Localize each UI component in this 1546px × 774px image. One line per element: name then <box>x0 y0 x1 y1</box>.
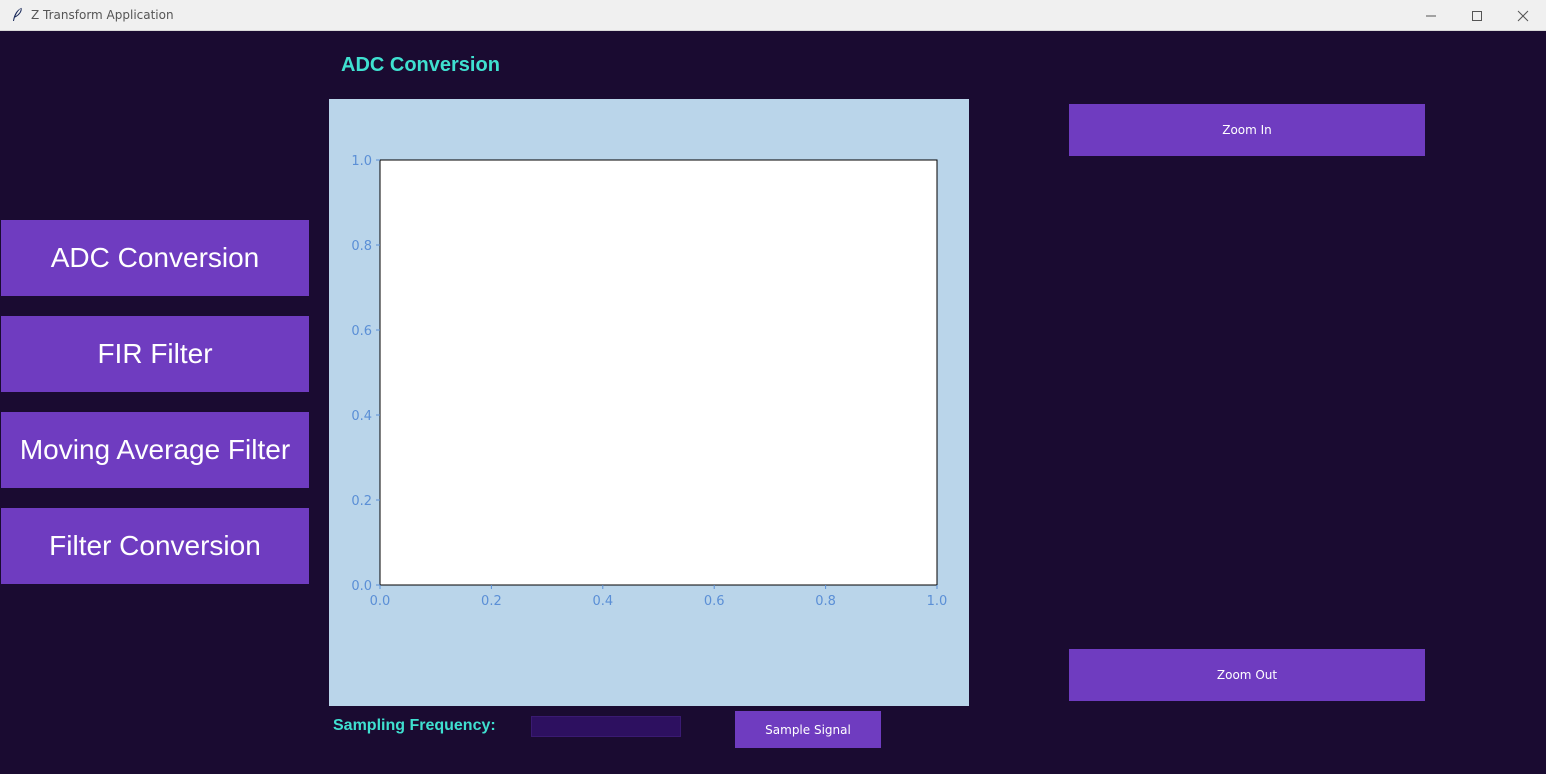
y-tick-label: 0.6 <box>351 324 372 339</box>
sampling-frequency-input[interactable] <box>531 716 681 737</box>
sampling-frequency-label: Sampling Frequency: <box>333 717 496 734</box>
maximize-button[interactable] <box>1454 0 1500 31</box>
nav-adc-conversion-button[interactable]: ADC Conversion <box>1 220 309 296</box>
x-tick-label: 0.0 <box>370 594 391 609</box>
minimize-icon <box>1425 10 1437 22</box>
maximize-icon <box>1471 10 1483 22</box>
chart-canvas: 0.0 0.2 0.4 0.6 0.8 1.0 0.0 0.2 0.4 0.6 0.8 1.0 <box>351 154 948 609</box>
y-tick-label: 0.4 <box>351 409 372 424</box>
window-title: Z Transform Application <box>31 8 174 22</box>
x-tick-label: 0.2 <box>481 594 502 609</box>
y-tick-label: 0.0 <box>351 579 372 594</box>
close-icon <box>1517 10 1529 22</box>
plot-area <box>379 159 938 586</box>
nav-filter-conversion-button[interactable]: Filter Conversion <box>1 508 309 584</box>
minimize-button[interactable] <box>1408 0 1454 31</box>
x-tick-label: 0.8 <box>815 594 836 609</box>
close-button[interactable] <box>1500 0 1546 31</box>
y-tick-label: 1.0 <box>351 154 372 169</box>
nav-fir-filter-button[interactable]: FIR Filter <box>1 316 309 392</box>
x-tick-label: 1.0 <box>927 594 948 609</box>
zoom-in-button[interactable]: Zoom In <box>1069 104 1425 156</box>
window-titlebar: Z Transform Application <box>0 0 1546 31</box>
plot-panel: 0.0 0.2 0.4 0.6 0.8 1.0 0.0 0.2 0.4 0.6 0.8 1.0 <box>329 99 969 706</box>
feather-icon <box>10 7 24 23</box>
page-title: ADC Conversion <box>341 54 500 76</box>
sample-signal-button[interactable]: Sample Signal <box>735 711 881 748</box>
x-tick-label: 0.4 <box>592 594 613 609</box>
y-tick-label: 0.2 <box>351 494 372 509</box>
y-tick-label: 0.8 <box>351 239 372 254</box>
x-tick-label: 0.6 <box>704 594 725 609</box>
nav-moving-average-filter-button[interactable]: Moving Average Filter <box>1 412 309 488</box>
zoom-out-button[interactable]: Zoom Out <box>1069 649 1425 701</box>
